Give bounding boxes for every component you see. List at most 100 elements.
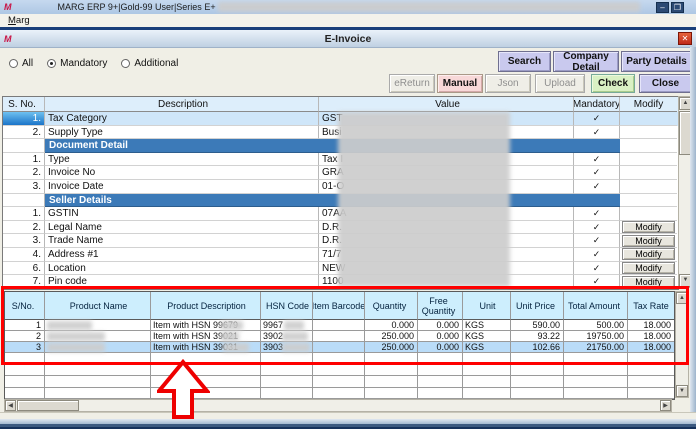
dialog-close-button[interactable]: ✕ [678, 31, 692, 45]
filter-radio-group: All Mandatory Additional [9, 58, 178, 69]
item-row-3-selected[interactable]: 3 Item with HSN 39031 3903 250.000 0.000… [5, 342, 674, 353]
minimize-button[interactable]: – [656, 2, 669, 13]
item-unit-price: 102.66 [511, 342, 564, 353]
col-unit-price: Unit Price [511, 292, 564, 320]
modify-cell: Modify [620, 262, 677, 276]
modify-cell [620, 166, 677, 180]
radio-mandatory[interactable] [47, 59, 57, 68]
radio-additional-label[interactable]: Additional [134, 58, 178, 69]
menu-item-marg[interactable]: Marg [8, 15, 30, 26]
radio-all[interactable] [9, 59, 18, 68]
modify-button[interactable]: Modify [622, 262, 675, 275]
item-sno: 1 [5, 320, 45, 331]
item-qty: 0.000 [365, 320, 418, 331]
modify-cell: Modify [620, 234, 677, 248]
mandatory-check-icon: ✓ [574, 152, 620, 167]
scroll-right-icon[interactable]: ▶ [660, 400, 671, 411]
item-barcode [313, 331, 365, 342]
ereturn-button[interactable]: eReturn [389, 74, 435, 93]
empty-item-row [5, 364, 674, 376]
item-total: 19750.00 [564, 331, 628, 342]
redacted-product-name [47, 321, 92, 330]
check-button[interactable]: Check [591, 74, 635, 93]
mandatory-check-icon: ✓ [574, 247, 620, 262]
row-sno: 3. [3, 179, 45, 194]
mandatory-check-icon: ✓ [574, 179, 620, 194]
item-barcode [313, 342, 365, 353]
redacted-description-tail [221, 321, 243, 330]
modify-button[interactable]: Modify [622, 221, 675, 234]
party-details-button[interactable]: Party Details [621, 51, 692, 72]
item-unit-price: 590.00 [511, 320, 564, 331]
items-header-row: S/No. Product Name Product Description H… [5, 292, 674, 320]
redacted-product-name [47, 343, 105, 352]
mandatory-check-icon: ✓ [574, 275, 620, 289]
scroll-up-icon[interactable]: ▲ [676, 292, 688, 304]
menu-bar: Marg [0, 14, 696, 28]
row-description: Legal Name [45, 220, 319, 235]
item-row-2[interactable]: 2 Item with HSN 39021 3902 250.000 0.000… [5, 331, 674, 342]
items-horizontal-scrollbar[interactable]: ◀ ▶ [4, 399, 672, 412]
redacted-description-tail [221, 332, 239, 341]
window-title: MARG ERP 9+|Gold-99 User|Series E+ [57, 2, 216, 12]
row-sno: 6. [3, 261, 45, 276]
col-sno: S. No. [3, 97, 45, 112]
row-sno: 1. [3, 207, 45, 221]
modify-cell: Modify [620, 248, 677, 262]
col-free-quantity: Free Quantity [418, 292, 463, 320]
dialog-titlebar: M E-Invoice ✕ [0, 30, 696, 48]
modify-button[interactable]: Modify [622, 275, 675, 288]
col-tax-rate: Tax Rate [628, 292, 674, 320]
modify-button[interactable]: Modify [622, 248, 675, 261]
json-button[interactable]: Json [485, 74, 531, 93]
empty-item-row [5, 387, 674, 399]
col-value: Value [319, 97, 574, 112]
redacted-description-tail [223, 343, 249, 352]
items-vertical-scrollbar[interactable]: ▲ ▼ [675, 291, 689, 398]
close-button[interactable]: Close [639, 74, 692, 93]
section-title: Seller Details [45, 193, 620, 208]
mandatory-check-icon: ✓ [574, 207, 620, 221]
search-button[interactable]: Search [498, 51, 551, 72]
radio-mandatory-label[interactable]: Mandatory [60, 58, 107, 69]
radio-additional[interactable] [121, 59, 131, 68]
maximize-button[interactable]: ❐ [671, 2, 684, 13]
mandatory-check-icon: ✓ [574, 261, 620, 276]
item-sno: 2 [5, 331, 45, 342]
dialog-right-edge [690, 47, 696, 429]
item-qty: 250.000 [365, 342, 418, 353]
modify-cell [620, 139, 677, 153]
redacted-hsn-tail [282, 343, 310, 352]
col-unit: Unit [463, 292, 511, 320]
section-sno-cell [3, 193, 45, 208]
modify-cell [620, 207, 677, 221]
manual-button[interactable]: Manual [437, 74, 483, 93]
row-sno: 3. [3, 234, 45, 248]
col-modify: Modify [620, 97, 677, 112]
row-description: Location [45, 261, 319, 276]
up-arrow-annotation [157, 359, 210, 419]
mandatory-check-icon: ✓ [574, 112, 620, 126]
item-tax-rate: 18.000 [628, 331, 674, 342]
col-total-amount: Total Amount [564, 292, 628, 320]
scroll-down-icon[interactable]: ▼ [676, 385, 688, 397]
row-sno: 2. [3, 125, 45, 140]
col-product-description: Product Description [151, 292, 261, 320]
upload-button[interactable]: Upload [535, 74, 585, 93]
scroll-left-icon[interactable]: ◀ [5, 400, 16, 411]
row-sno: 1. [3, 152, 45, 167]
modify-cell [620, 153, 677, 167]
mandatory-check-icon: ✓ [574, 125, 620, 140]
modify-button[interactable]: Modify [622, 234, 675, 247]
item-row-1[interactable]: 1 Item with HSN 99679 9967 0.000 0.000 K… [5, 320, 674, 331]
item-tax-rate: 18.000 [628, 342, 674, 353]
item-total: 21750.00 [564, 342, 628, 353]
item-description: Item with HSN 99679 [151, 320, 261, 331]
redacted-product-name [47, 332, 105, 341]
company-detail-button[interactable]: Company Detail [553, 51, 619, 73]
modify-cell: Modify [620, 275, 677, 289]
scroll-thumb[interactable] [17, 400, 79, 411]
marg-logo-icon: M [4, 2, 12, 12]
radio-all-label[interactable]: All [22, 58, 33, 69]
redacted-hsn-tail [284, 321, 304, 330]
